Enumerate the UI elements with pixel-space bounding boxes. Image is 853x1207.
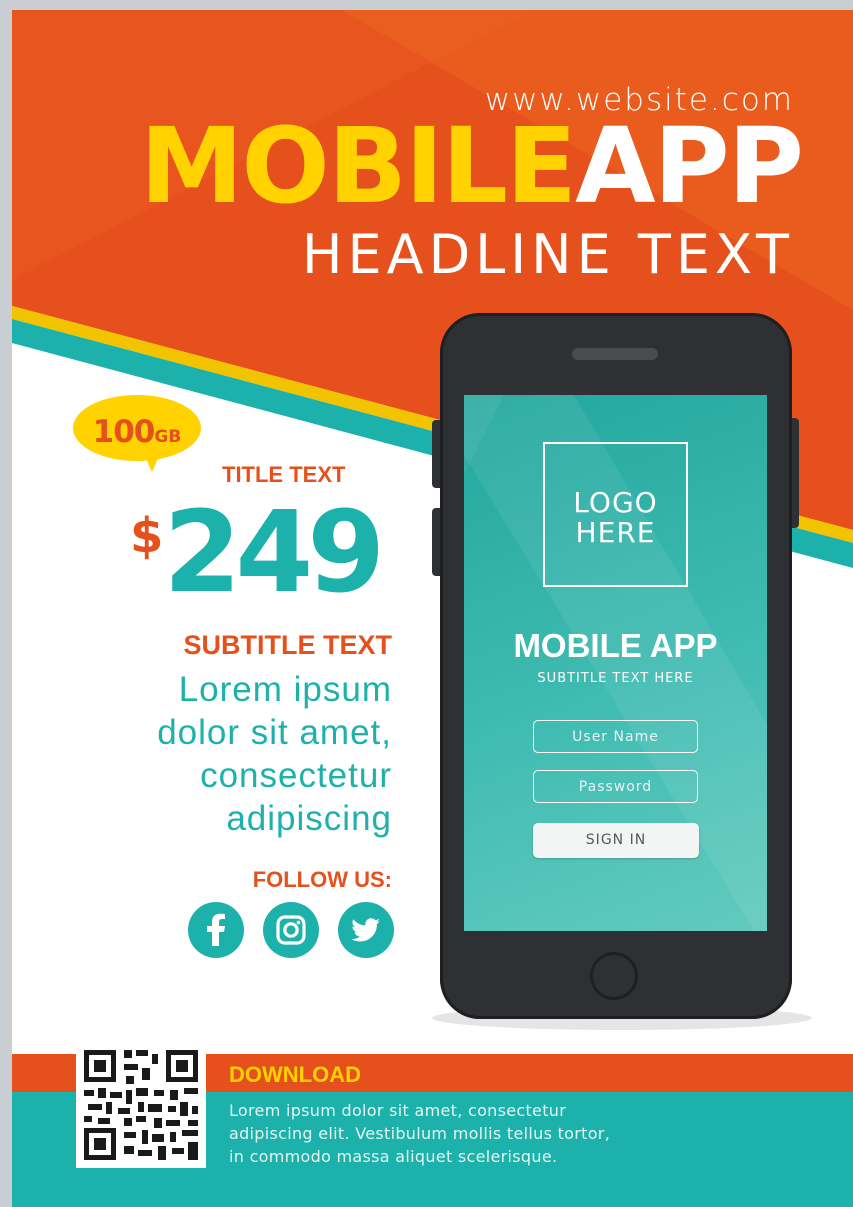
username-field[interactable] (533, 720, 698, 753)
storage-badge: 100GB (78, 414, 196, 450)
phone-speaker (572, 348, 658, 360)
footer-description: Lorem ipsum dolor sit amet, consectetur … (229, 1099, 610, 1168)
offer-body-line: consectetur (200, 756, 392, 795)
offer-body-line: Lorem ipsum (178, 670, 392, 709)
headline-part-1: MOBILE (139, 105, 577, 227)
storage-unit: GB (154, 427, 182, 447)
logo-text: LOGO HERE (543, 488, 688, 548)
app-subtitle: SUBTITLE TEXT HERE (537, 671, 694, 686)
sign-in-button[interactable]: SIGN IN (533, 823, 699, 858)
price-currency: $ (130, 508, 164, 564)
offer-body: Lorem ipsum dolor sit amet, consectetur … (12, 668, 392, 840)
password-field[interactable] (533, 770, 698, 803)
offer-title: TITLE TEXT (222, 462, 346, 487)
flyer: www.website.com MOBILEAPP HEADLINE TEXT … (12, 10, 853, 1207)
facebook-icon[interactable] (188, 902, 244, 958)
headline-part-2: APP (575, 105, 804, 227)
offer-body-line: dolor sit amet, (157, 713, 392, 752)
footer-description-line: Lorem ipsum dolor sit amet, consectetur (229, 1101, 567, 1120)
download-label: DOWNLOAD (229, 1062, 361, 1087)
headline-text: HEADLINE TEXT (301, 223, 794, 286)
logo-line: LOGO (573, 486, 658, 519)
offer-subtitle: SUBTITLE TEXT (183, 630, 393, 660)
footer-description-line: in commodo massa aliquet scelerisque. (229, 1147, 558, 1166)
phone-home-button (590, 952, 638, 1000)
footer-description-line: adipiscing elit. Vestibulum mollis tellu… (229, 1124, 611, 1143)
follow-us-label: FOLLOW US: (252, 867, 392, 892)
price-amount: 249 (163, 488, 385, 618)
price: $249 (130, 488, 385, 618)
app-title: MOBILE APP (513, 627, 718, 664)
logo-line: HERE (575, 516, 656, 549)
offer-body-line: adipiscing (226, 799, 392, 838)
storage-number: 100 (92, 414, 156, 450)
instagram-icon[interactable] (263, 902, 319, 958)
qr-code-icon[interactable] (76, 1042, 206, 1168)
twitter-icon[interactable] (338, 902, 394, 958)
main-headline: MOBILEAPP (12, 105, 804, 227)
